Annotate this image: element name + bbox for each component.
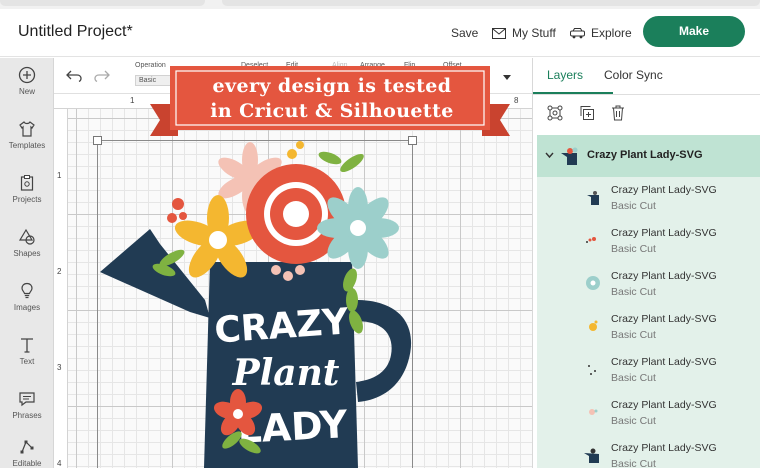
layer-item[interactable]: Crazy Plant Lady-SVG Basic Cut [537, 306, 760, 349]
layer-operation: Basic Cut [611, 415, 656, 427]
trash-icon[interactable] [611, 105, 625, 121]
watering-can-thumb-icon [587, 191, 599, 205]
active-tab-indicator [533, 92, 613, 94]
layer-item[interactable]: Crazy Plant Lady-SVG Basic Cut [537, 177, 760, 220]
chevron-down-icon[interactable] [545, 152, 554, 159]
yellow-flower-thumb-icon [589, 320, 598, 331]
layer-name: Crazy Plant Lady-SVG [611, 270, 717, 282]
make-button[interactable]: Make [643, 16, 745, 47]
explore-label: Explore [591, 26, 632, 40]
tab-color-sync[interactable]: Color Sync [604, 68, 663, 82]
blue-flower-thumb-icon [586, 276, 600, 290]
layer-item[interactable]: Crazy Plant Lady-SVG Basic Cut [537, 263, 760, 306]
layer-group-row[interactable]: Crazy Plant Lady-SVG [537, 135, 760, 177]
watering-can-thumb-icon [561, 147, 578, 165]
layer-operation: Basic Cut [611, 372, 656, 384]
layer-item[interactable]: Crazy Plant Lady-SVG Basic Cut [537, 435, 760, 468]
tab-layers[interactable]: Layers [547, 68, 583, 82]
layer-operation: Basic Cut [611, 458, 656, 468]
layer-item[interactable]: Crazy Plant Lady-SVG Basic Cut [537, 349, 760, 392]
layer-list: Crazy Plant Lady-SVG Basic Cut Crazy Pla… [537, 177, 760, 468]
dots-thumb-icon [586, 237, 596, 243]
pink-flower-thumb-icon [589, 409, 598, 415]
blue-flower [317, 187, 399, 269]
layer-operation: Basic Cut [611, 286, 656, 298]
layer-operation: Basic Cut [611, 329, 656, 341]
layer-name: Crazy Plant Lady-SVG [611, 356, 717, 368]
layer-operation: Basic Cut [611, 200, 656, 212]
group-name: Crazy Plant Lady-SVG [587, 149, 703, 161]
layer-name: Crazy Plant Lady-SVG [611, 184, 717, 196]
leaves-thumb-icon [588, 365, 596, 375]
layer-name: Crazy Plant Lady-SVG [611, 227, 717, 239]
layer-actions-bar [533, 95, 760, 135]
layer-name: Crazy Plant Lady-SVG [611, 313, 717, 325]
banner-line-1: every design is tested [212, 75, 452, 97]
layer-name: Crazy Plant Lady-SVG [611, 399, 717, 411]
car-icon [570, 27, 585, 38]
banner-line-2: in Cricut & Silhouette [210, 100, 454, 122]
explore-button[interactable]: Explore [570, 26, 632, 40]
layers-panel: Layers Color Sync Crazy Plant Lady-SVG C… [532, 58, 760, 468]
duplicate-icon[interactable] [579, 105, 595, 121]
group-icon[interactable] [547, 105, 563, 121]
design-word: Plant [232, 352, 340, 394]
layer-operation: Basic Cut [611, 243, 656, 255]
layer-item[interactable]: Crazy Plant Lady-SVG Basic Cut [537, 392, 760, 435]
layer-item[interactable]: Crazy Plant Lady-SVG Basic Cut [537, 220, 760, 263]
layer-name: Crazy Plant Lady-SVG [611, 442, 717, 454]
can-thumb-icon [584, 448, 599, 463]
